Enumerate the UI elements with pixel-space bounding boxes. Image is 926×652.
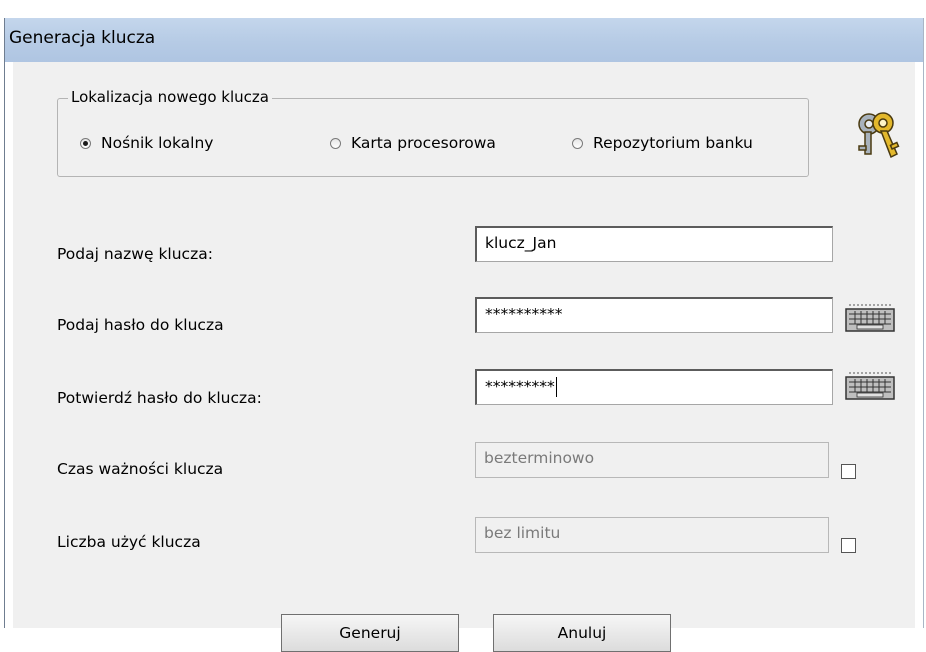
title-bar[interactable]: Generacja klucza [5, 18, 923, 62]
password-confirm-label: Potwierdź hasło do klucza: [57, 389, 262, 407]
cancel-button[interactable]: Anuluj [493, 614, 671, 652]
password-confirm-input[interactable]: ********* [475, 369, 833, 405]
keyboard-icon[interactable] [843, 299, 897, 333]
location-group: Lokalizacja nowego klucza Nośnik lokalny… [57, 88, 809, 177]
radio-local-media[interactable]: Nośnik lokalny [80, 134, 213, 152]
key-name-label: Podaj nazwę klucza: [57, 245, 213, 263]
radio-label: Karta procesorowa [351, 134, 496, 152]
dialog-content: Lokalizacja nowego klucza Nośnik lokalny… [13, 62, 915, 652]
dialog-window: Generacja klucza Lokalizacja nowego kluc… [4, 18, 924, 652]
radio-bank-repository[interactable]: Repozytorium banku [572, 134, 753, 152]
radio-smart-card[interactable]: Karta procesorowa [330, 134, 496, 152]
text-caret [555, 377, 557, 397]
radio-circle[interactable] [330, 137, 341, 149]
keys-icon [858, 112, 900, 159]
location-group-legend: Lokalizacja nowego klucza [68, 88, 272, 106]
password-value: ********** [485, 305, 563, 323]
password-input[interactable]: ********** [475, 297, 833, 333]
password-confirm-value: ********* [485, 377, 555, 396]
radio-label: Repozytorium banku [593, 134, 753, 152]
radio-label: Nośnik lokalny [101, 134, 214, 152]
usage-count-checkbox[interactable] [841, 538, 856, 553]
validity-checkbox[interactable] [841, 464, 856, 479]
validity-input[interactable]: bezterminowo [475, 442, 829, 478]
key-name-input[interactable]: klucz_Jan [475, 226, 833, 262]
usage-count-label: Liczba użyć klucza [57, 533, 201, 551]
radio-circle[interactable] [572, 137, 583, 149]
validity-label: Czas ważności klucza [57, 460, 224, 478]
generate-button[interactable]: Generuj [281, 614, 459, 652]
window-title: Generacja klucza [9, 28, 156, 48]
keyboard-icon[interactable] [843, 367, 897, 401]
radio-circle[interactable] [80, 137, 91, 149]
password-label: Podaj hasło do klucza [57, 316, 224, 334]
usage-count-input[interactable]: bez limitu [475, 517, 829, 553]
